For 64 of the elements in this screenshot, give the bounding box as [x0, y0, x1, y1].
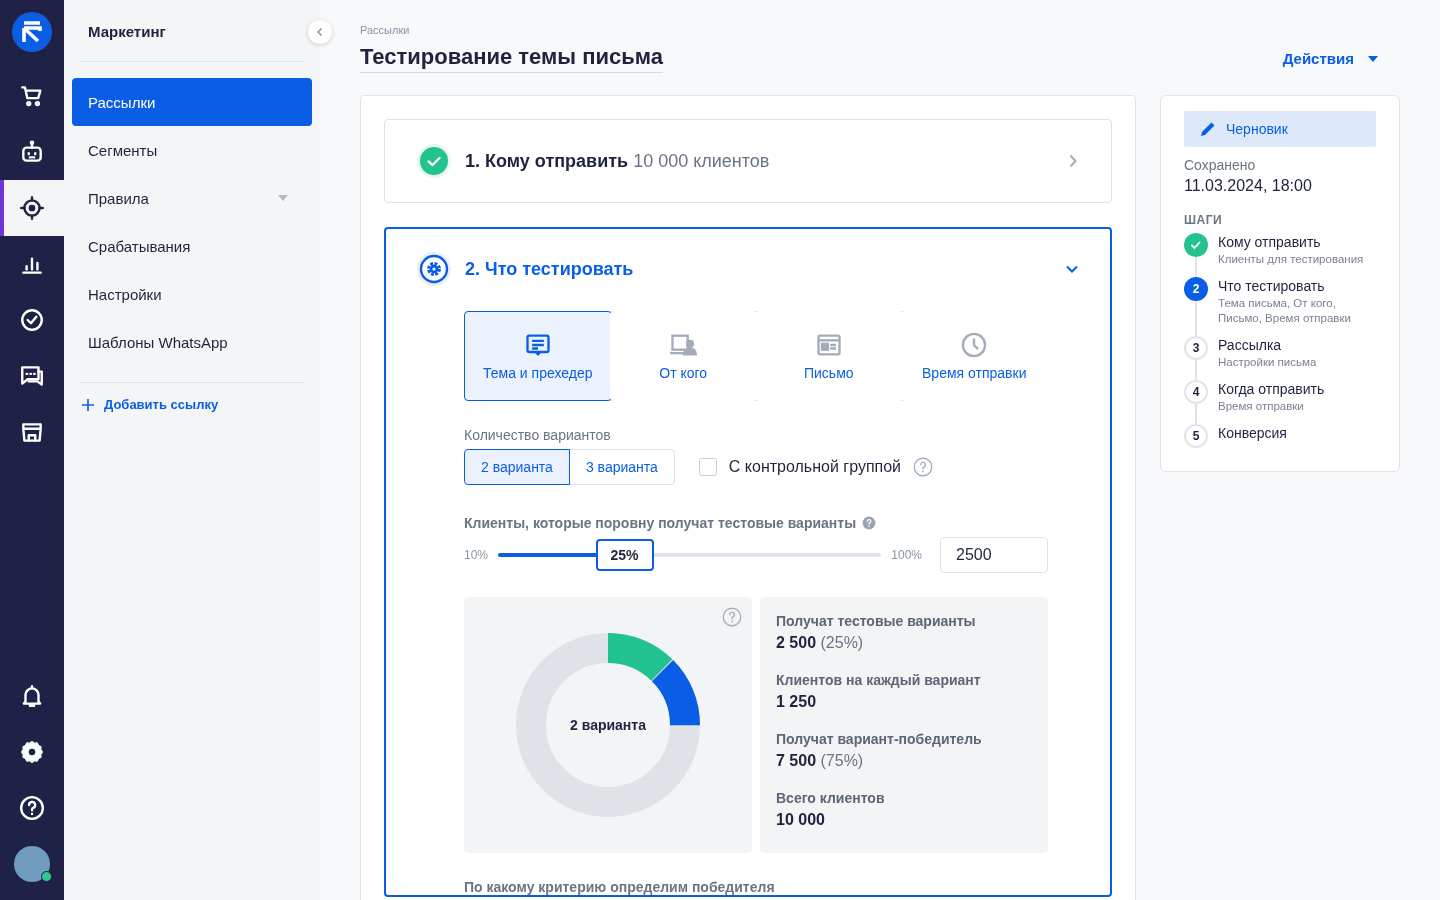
checkbox-label[interactable]: С контрольной группой	[728, 458, 902, 476]
check-circle-icon	[417, 144, 451, 178]
actions-dropdown[interactable]: Действия	[1282, 50, 1400, 73]
stat-value: 10 000	[776, 811, 826, 829]
step-number: 3	[1184, 335, 1208, 360]
field-label: Количество вариантов	[464, 427, 612, 443]
variant-option[interactable]: 3 варианта	[568, 449, 675, 485]
step-number: 5	[1184, 423, 1208, 448]
stat-label: Клиентов на каждый вариант	[776, 672, 982, 688]
draft-status-badge: Черновик	[1184, 111, 1376, 147]
tab[interactable]: Письмо	[755, 311, 903, 401]
step-title[interactable]: Конверсия	[1218, 424, 1287, 441]
step-subtitle: Тема письма, От кого, Письмо, Время отправки	[1218, 295, 1352, 326]
target-icon[interactable]	[0, 180, 64, 236]
tab[interactable]: От кого	[609, 311, 757, 401]
variant-option[interactable]: 2 варианта	[464, 449, 570, 485]
sidebar-item[interactable]: Настройки	[72, 270, 312, 318]
sidebar-item[interactable]: Рассылки	[72, 78, 312, 126]
sidebar-item[interactable]: Срабатывания	[72, 222, 312, 270]
step-title[interactable]: Когда отправить	[1218, 380, 1325, 397]
gear-circle-icon	[417, 252, 451, 286]
client-count-field[interactable]: 2500	[940, 537, 1048, 573]
tab[interactable]: Время отправки	[900, 311, 1048, 401]
field-label: По какому критерию определим победителя	[464, 879, 776, 895]
step-title[interactable]: Кому отправить	[1218, 234, 1364, 250]
checkbox[interactable]	[698, 458, 717, 476]
tab[interactable]: Тема и прехедер	[464, 311, 612, 401]
plus-icon	[82, 398, 94, 411]
saved-date: 11.03.2024, 18:00	[1184, 177, 1313, 195]
stat-value: 2 500 (25%)	[776, 634, 865, 652]
sidebar-item[interactable]: Шаблоны WhatsApp	[72, 318, 312, 366]
slider-thumb[interactable]: 25%	[595, 539, 654, 571]
slider-min-label: 10%	[464, 548, 489, 562]
field-label: Клиенты, которые поровну получат тестовые варианты	[464, 515, 857, 531]
step-subtitle: Время отправки	[1218, 398, 1305, 414]
slider-max-label: 100%	[891, 548, 922, 562]
page-title: Тестирование темы письма	[360, 44, 663, 73]
saved-label: Сохранено	[1184, 157, 1257, 173]
sidebar-item[interactable]: Сегменты	[72, 126, 312, 174]
sidebar-item[interactable]: Правила	[72, 174, 312, 222]
step-title[interactable]: 2. Что тестировать	[465, 258, 1050, 280]
slider[interactable]: 25%	[498, 539, 882, 571]
step-title[interactable]: Рассылка	[1218, 336, 1317, 353]
section-title: Маркетинг	[80, 0, 304, 62]
stat-value: 7 500 (75%)	[776, 752, 865, 770]
step-subtitle: Клиенты для тестирования	[1218, 252, 1364, 267]
add-link[interactable]: Добавить ссылку	[72, 397, 312, 412]
caret-icon	[1368, 55, 1378, 62]
stat-value: 1 250	[776, 693, 818, 711]
stat-label: Всего клиентов	[776, 790, 886, 806]
clock-icon	[960, 331, 989, 359]
stat-label: Получат вариант-победитель	[776, 731, 983, 747]
step-title[interactable]: 1. Кому отправить 10 000 клиентов	[465, 150, 1051, 172]
step-title[interactable]: Что тестировать	[1218, 277, 1376, 294]
step-number: 4	[1184, 379, 1208, 404]
chevron-left-icon	[315, 27, 325, 37]
steps-heading: ШАГИ	[1184, 213, 1224, 227]
avatar[interactable]	[14, 846, 50, 882]
donut-center-label: 2 варианта	[569, 717, 647, 733]
logo-icon[interactable]	[12, 12, 52, 52]
check-icon	[1190, 239, 1202, 251]
stat-label: Получат тестовые варианты	[776, 613, 977, 629]
step-subtitle: Настройки письма	[1218, 354, 1317, 370]
step-number: 2	[1184, 276, 1208, 301]
